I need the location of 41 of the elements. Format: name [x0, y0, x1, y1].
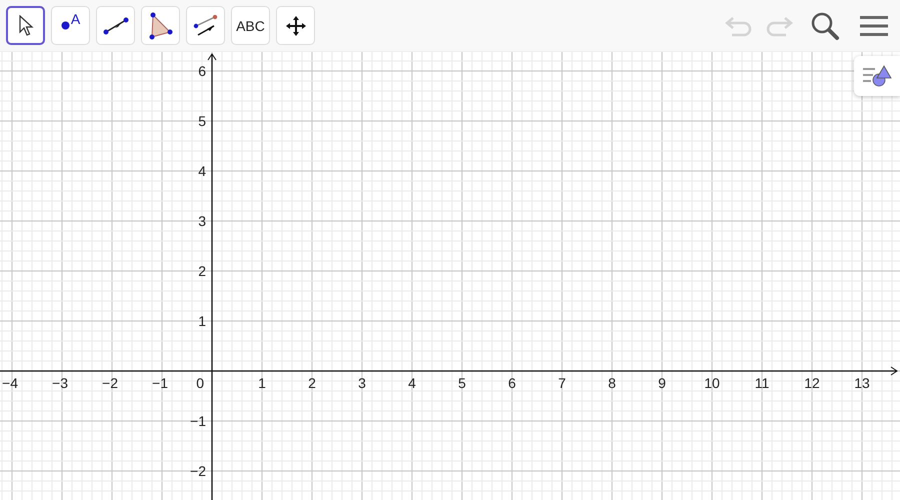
axis-tick-label: 2 [308, 375, 316, 391]
tool-button[interactable] [6, 6, 45, 45]
text-tool-label: ABC [236, 18, 265, 34]
tool-button[interactable]: ABC [231, 6, 270, 45]
axis-tick-label: 10 [704, 375, 720, 391]
axis-tick-label: −2 [190, 463, 206, 479]
axis-tick-label: 0 [196, 375, 204, 391]
axis-tick-label: −2 [102, 375, 118, 391]
axis-tick-label: −1 [152, 375, 168, 391]
axis-tick-label: 6 [198, 63, 206, 79]
axis-tick-label: −4 [2, 375, 18, 391]
axis-tick-label: 3 [198, 213, 206, 229]
parallel-lines-icon [192, 14, 218, 36]
axis-tick-label: 4 [198, 163, 206, 179]
axis-tick-label: 9 [658, 375, 666, 391]
point-icon [60, 21, 70, 30]
axis-tick-label: −1 [190, 413, 206, 429]
axis-tick-label: 1 [198, 313, 206, 329]
axis-tick-label: 7 [558, 375, 566, 391]
axis-tick-label: 13 [854, 375, 870, 391]
menu-button[interactable] [860, 14, 888, 38]
cursor-arrow-icon [18, 14, 34, 36]
axis-tick-label: 12 [804, 375, 820, 391]
axis-tick-label: 5 [198, 113, 206, 129]
axis-tick-label: −3 [52, 375, 68, 391]
axis-tick-label: 6 [508, 375, 516, 391]
tool-button[interactable]: A [51, 6, 90, 45]
shapes-icon [861, 63, 893, 89]
axis-tick-label: 11 [754, 375, 770, 391]
point-label: A [70, 11, 80, 27]
axis-tick-label: 3 [358, 375, 366, 391]
style-bar-button[interactable] [854, 56, 900, 96]
axis-tick-label: 1 [258, 375, 266, 391]
segment-icon [102, 16, 128, 34]
axis-tick-label: 2 [198, 263, 206, 279]
move-arrows-icon [284, 14, 306, 36]
axis-tick-label: 4 [408, 375, 416, 391]
axis-tick-label: 8 [608, 375, 616, 391]
axis-tick-label: 5 [458, 375, 466, 391]
triangle-icon [148, 12, 172, 40]
search-button[interactable] [810, 10, 840, 40]
